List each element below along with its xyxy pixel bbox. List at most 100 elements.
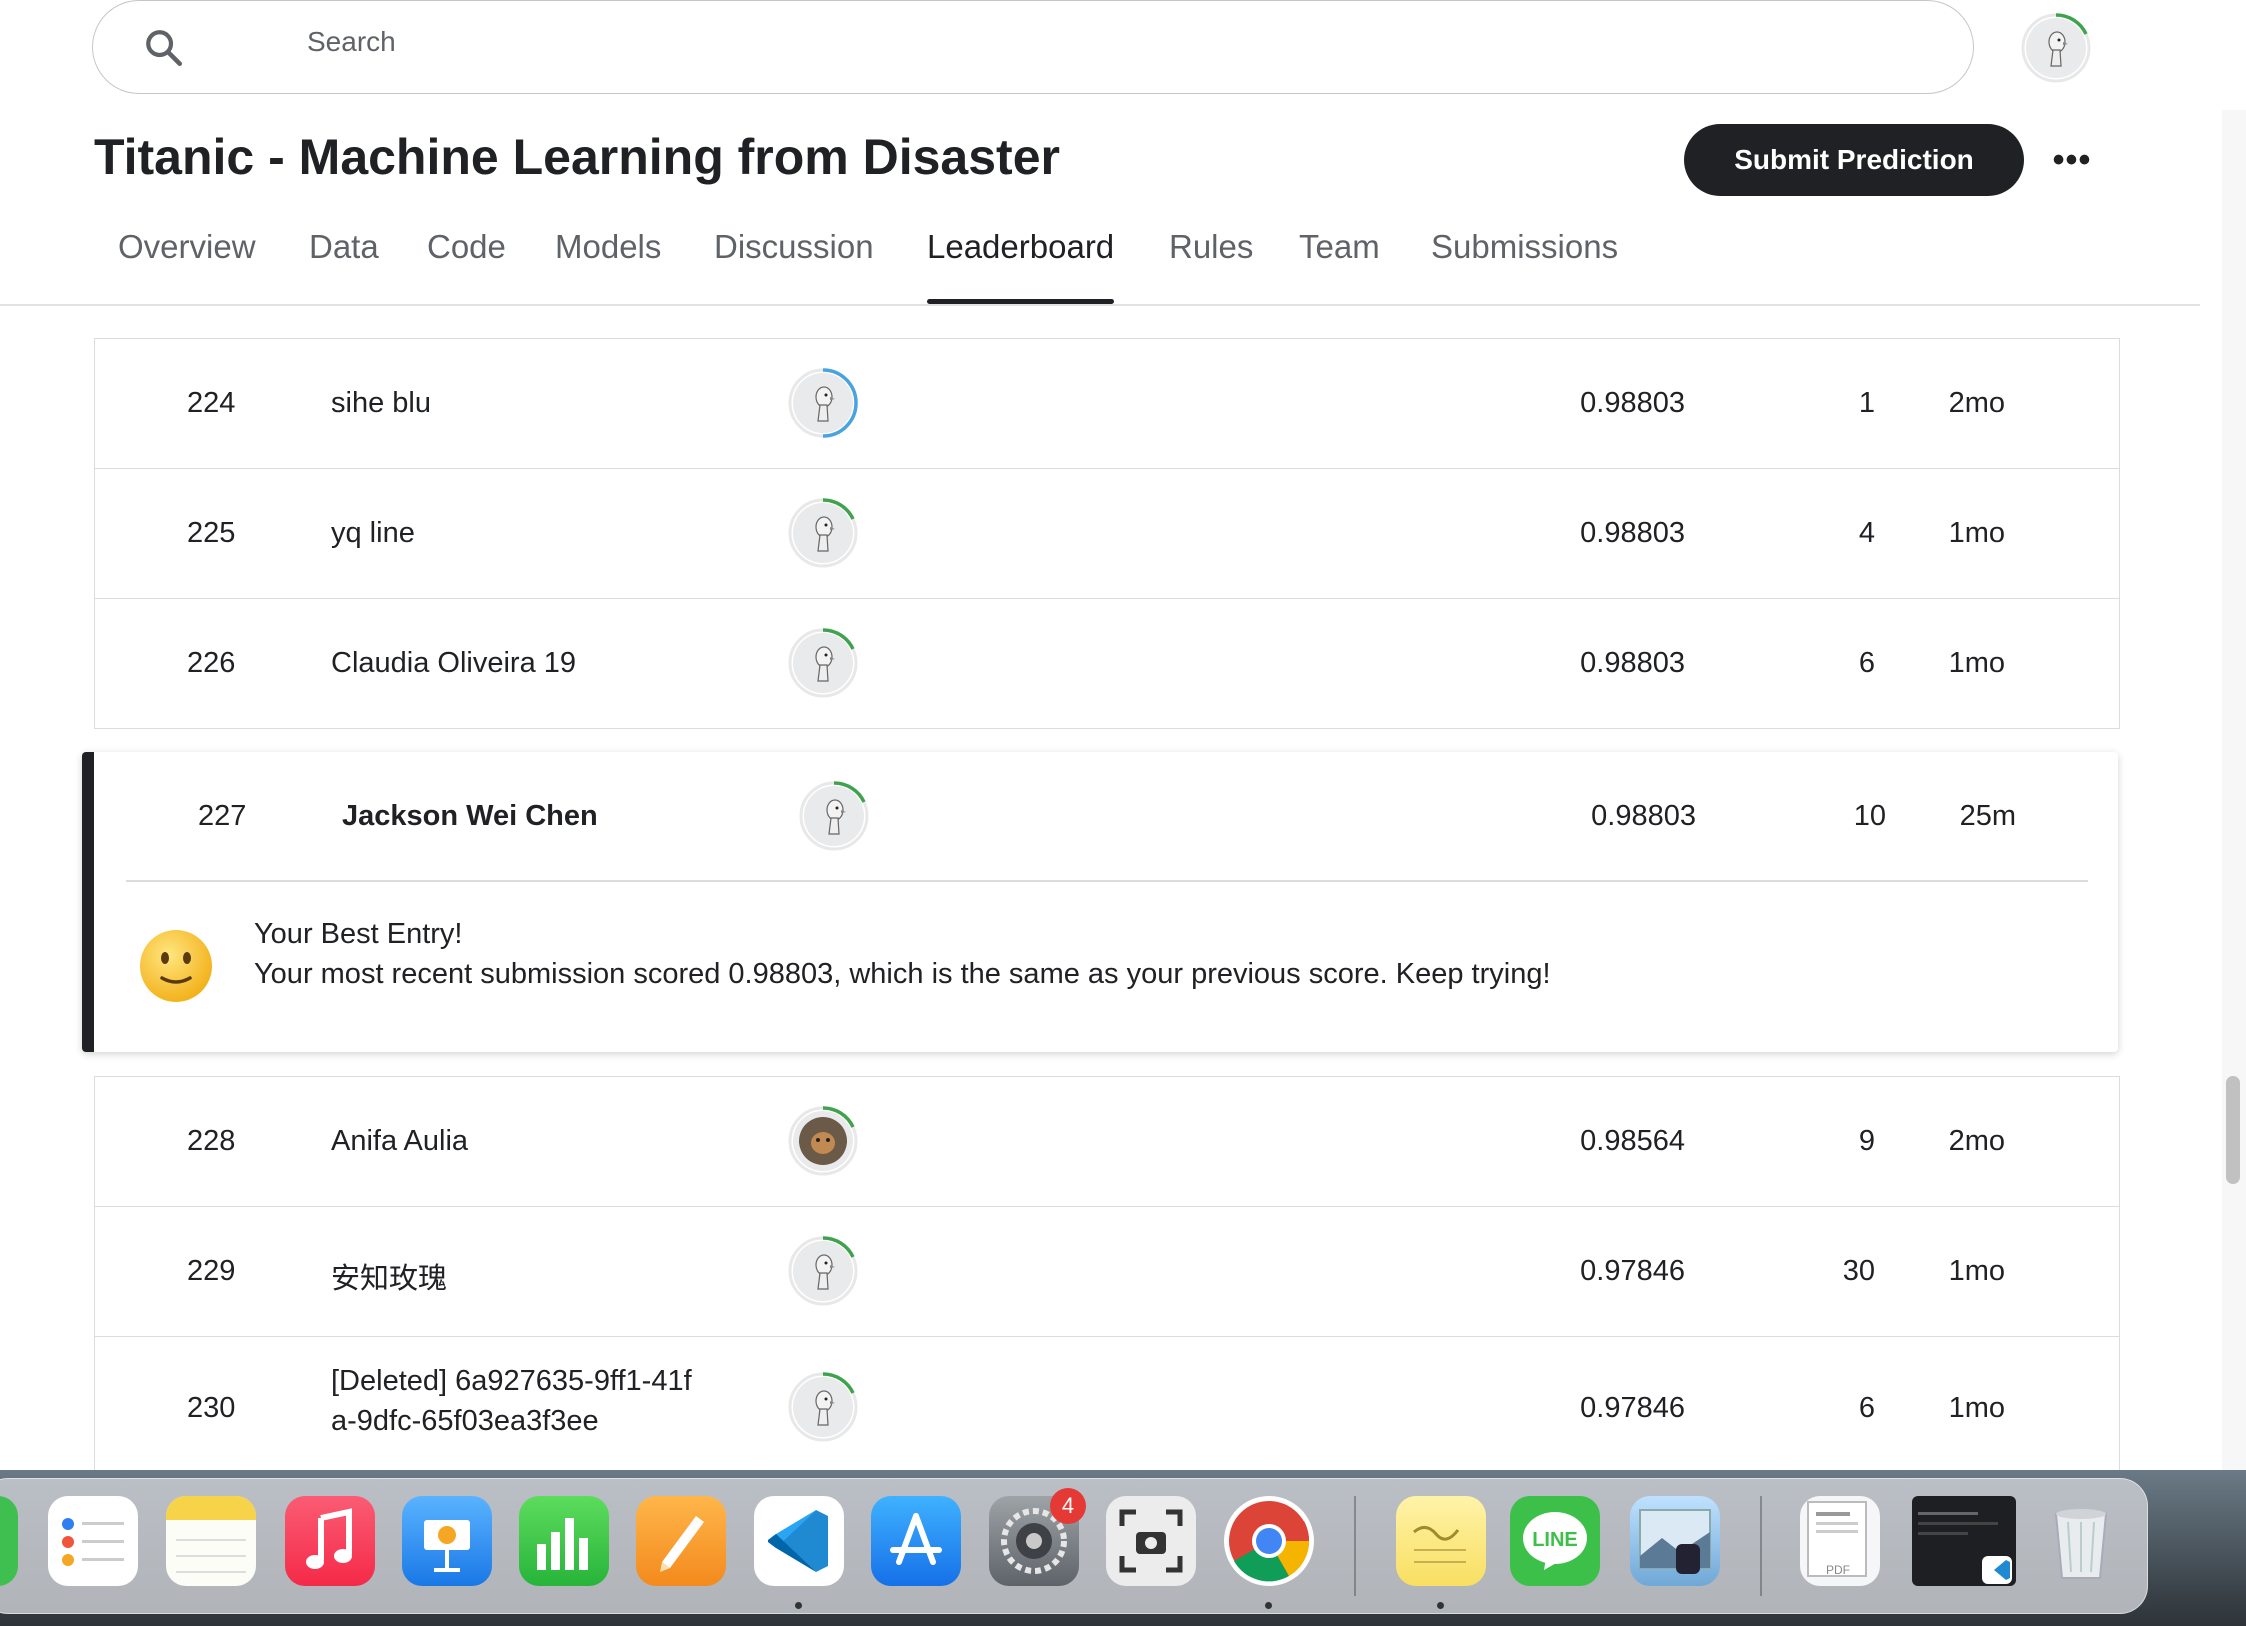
preview-icon[interactable] (1630, 1496, 1720, 1586)
reminders-icon[interactable] (48, 1496, 138, 1586)
team-avatar[interactable] (788, 628, 858, 698)
tab-rules[interactable]: Rules (1169, 228, 1253, 304)
stickies-icon[interactable] (1396, 1496, 1486, 1586)
team-name[interactable]: Anifa Aulia (331, 1125, 468, 1158)
divider (126, 880, 2088, 882)
music-icon[interactable] (285, 1496, 375, 1586)
last-submission: 25m (1959, 800, 2016, 832)
team-avatar[interactable] (788, 1236, 858, 1306)
score: 0.98564 (1580, 1125, 1685, 1157)
last-submission: 2mo (1948, 387, 2005, 419)
kaggle-page: Titanic - Machine Learning from Disaster… (0, 0, 2246, 1470)
pages-icon[interactable] (636, 1496, 726, 1586)
team-avatar[interactable] (788, 498, 858, 568)
notes-icon[interactable] (166, 1496, 256, 1586)
team-name[interactable]: Claudia Oliveira 19 (331, 647, 576, 680)
running-indicator (795, 1602, 802, 1609)
screenshot-icon[interactable] (1106, 1496, 1196, 1586)
my-entry-card: 227 Jackson Wei Chen 0.98803 10 25m Your… (82, 752, 2118, 1052)
more-options-icon[interactable]: ••• (2052, 140, 2092, 180)
team-name-line-1: [Deleted] 6a927635-9ff1-41f (331, 1365, 692, 1397)
dock-app-partial-icon[interactable] (0, 1496, 18, 1586)
team-name[interactable]: [Deleted] 6a927635-9ff1-41f a-9dfc-65f03… (331, 1361, 692, 1441)
team-name-line-2: a-9dfc-65f03ea3f3ee (331, 1405, 599, 1437)
search-input[interactable] (305, 25, 1809, 59)
team-name[interactable]: Jackson Wei Chen (342, 800, 598, 833)
numbers-icon[interactable] (519, 1496, 609, 1586)
page-title: Titanic - Machine Learning from Disaster (94, 129, 1060, 185)
chrome-icon[interactable] (1224, 1496, 1314, 1586)
leaderboard-table-lower: 228 Anifa Aulia 0.98564 9 2mo 229 安知玫瑰 0… (94, 1076, 2120, 1470)
score: 0.98803 (1591, 800, 1696, 832)
running-indicator (1265, 1602, 1272, 1609)
goose-avatar-icon (815, 1254, 835, 1290)
rank: 225 (187, 517, 236, 549)
trash-icon[interactable] (2036, 1496, 2126, 1586)
dock-divider (1354, 1496, 1356, 1596)
submit-prediction-button[interactable]: Submit Prediction (1684, 124, 2024, 196)
team-avatar[interactable] (788, 1372, 858, 1442)
tab-overview[interactable]: Overview (118, 228, 256, 304)
message-body: Your most recent submission scored 0.988… (254, 958, 1551, 990)
tab-data[interactable]: Data (309, 228, 379, 304)
tab-submissions[interactable]: Submissions (1431, 228, 1618, 304)
leaderboard-table-upper: 224 sihe blu 0.98803 1 2mo 225 yq line 0… (94, 338, 2120, 729)
score: 0.98803 (1580, 387, 1685, 419)
my-table-row[interactable]: 227 Jackson Wei Chen 0.98803 10 25m (94, 752, 2118, 882)
search-icon (146, 30, 183, 67)
team-name[interactable]: sihe blu (331, 387, 431, 420)
app-store-icon[interactable] (871, 1496, 961, 1586)
team-avatar[interactable] (788, 368, 858, 438)
user-avatar[interactable] (2021, 13, 2091, 83)
goose-avatar-icon (815, 1390, 835, 1426)
rank: 230 (187, 1392, 236, 1424)
scrollbar-thumb[interactable] (2226, 1076, 2240, 1184)
rank: 228 (187, 1125, 236, 1157)
line-logo-text: LINE (1532, 1529, 1578, 1551)
tab-leaderboard[interactable]: Leaderboard (927, 228, 1115, 304)
tab-team[interactable]: Team (1299, 228, 1380, 304)
notification-badge: 4 (1050, 1488, 1086, 1524)
search-bar[interactable] (92, 0, 1974, 94)
photo-avatar-icon (799, 1117, 847, 1165)
team-avatar[interactable] (788, 1106, 858, 1176)
score: 0.98803 (1580, 517, 1685, 549)
rank: 226 (187, 647, 236, 679)
team-name[interactable]: yq line (331, 517, 415, 550)
score: 0.97846 (1580, 1392, 1685, 1424)
message-title: Your Best Entry! (254, 918, 463, 950)
tabs-divider (0, 304, 2200, 306)
table-row[interactable]: 229 安知玫瑰 0.97846 30 1mo (95, 1207, 2119, 1337)
terminal-window-thumbnail-icon[interactable] (1912, 1496, 2016, 1586)
tab-discussion[interactable]: Discussion (714, 228, 874, 304)
table-row[interactable]: 228 Anifa Aulia 0.98564 9 2mo (95, 1077, 2119, 1207)
last-submission: 1mo (1948, 517, 2005, 549)
tab-code[interactable]: Code (427, 228, 506, 304)
table-row[interactable]: 224 sihe blu 0.98803 1 2mo (95, 339, 2119, 469)
pdf-label: PDF (1826, 1563, 1850, 1577)
scrollbar-track[interactable] (2222, 110, 2246, 1470)
goose-avatar-icon (826, 799, 846, 835)
smiley-face-icon (140, 930, 212, 1002)
last-submission: 1mo (1948, 1392, 2005, 1424)
score: 0.97846 (1580, 1255, 1685, 1287)
vscode-icon[interactable] (754, 1496, 844, 1586)
table-row[interactable]: 230 [Deleted] 6a927635-9ff1-41f a-9dfc-6… (95, 1337, 2119, 1470)
rank: 224 (187, 387, 236, 419)
last-submission: 2mo (1948, 1125, 2005, 1157)
pdf-document-icon[interactable]: PDF (1800, 1496, 1880, 1586)
team-avatar[interactable] (799, 781, 869, 851)
goose-avatar-icon (815, 516, 835, 552)
keynote-icon[interactable] (402, 1496, 492, 1586)
score: 0.98803 (1580, 647, 1685, 679)
line-icon[interactable]: LINE (1510, 1496, 1600, 1586)
tab-models[interactable]: Models (555, 228, 661, 304)
last-submission: 1mo (1948, 647, 2005, 679)
team-name[interactable]: 安知玫瑰 (331, 1255, 447, 1297)
table-row[interactable]: 225 yq line 0.98803 4 1mo (95, 469, 2119, 599)
table-row[interactable]: 226 Claudia Oliveira 19 0.98803 6 1mo (95, 599, 2119, 729)
last-submission: 1mo (1948, 1255, 2005, 1287)
goose-avatar-icon (815, 646, 835, 682)
rank: 229 (187, 1255, 236, 1287)
running-indicator (1437, 1602, 1444, 1609)
